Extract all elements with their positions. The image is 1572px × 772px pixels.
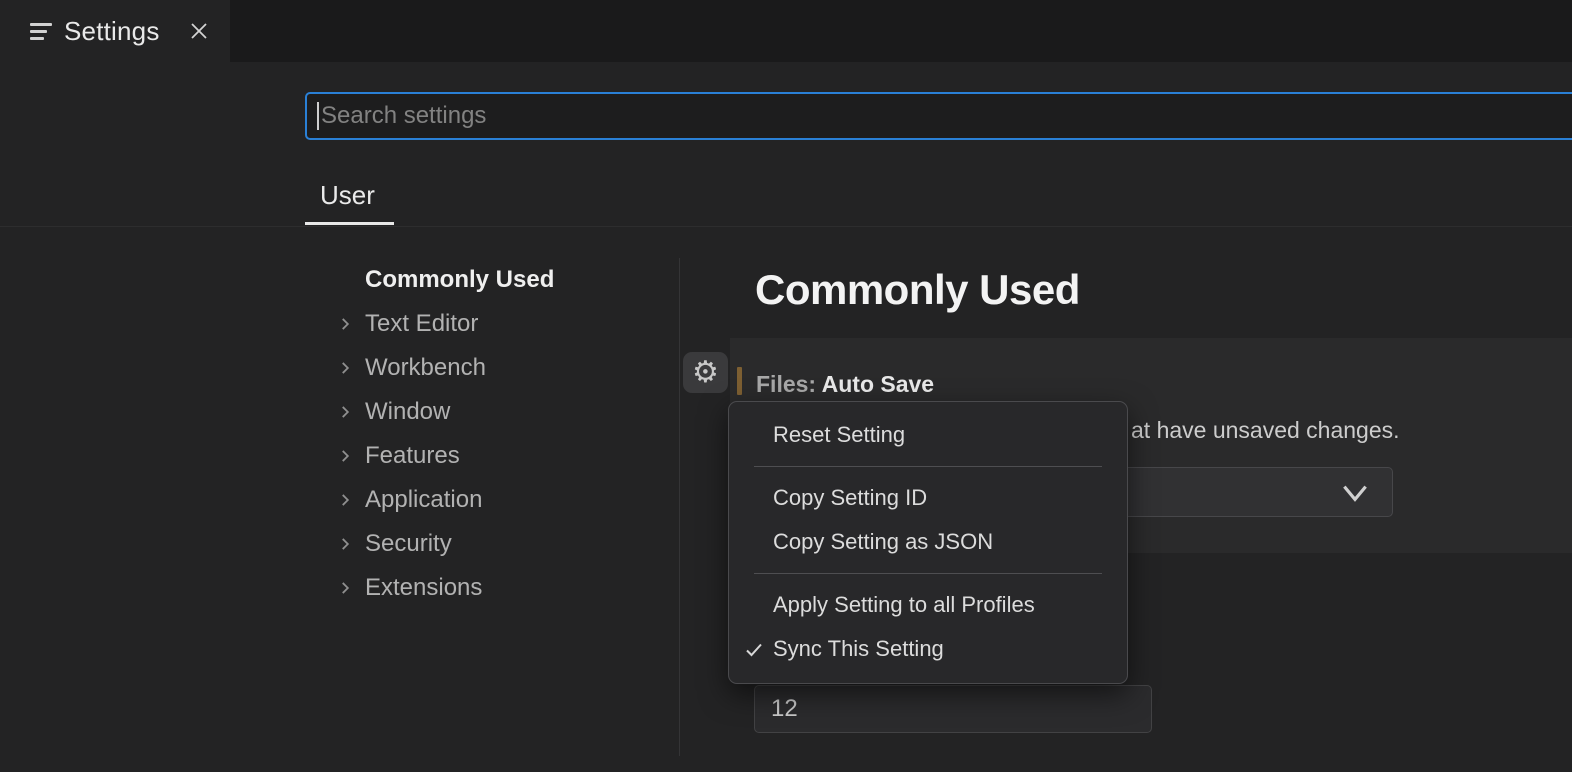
settings-list-icon bbox=[30, 23, 52, 40]
toc-item-window[interactable]: Window bbox=[336, 396, 450, 428]
chevron-right-icon bbox=[336, 579, 354, 597]
toc-item-application[interactable]: Application bbox=[336, 484, 482, 516]
settings-editor: Settings User Commonly Used Text Editor … bbox=[0, 0, 1572, 772]
setting-category: Files: bbox=[756, 371, 816, 397]
chevron-right-icon bbox=[336, 447, 354, 465]
tab-bar: Settings bbox=[0, 0, 1572, 62]
toc-item-security[interactable]: Security bbox=[336, 528, 452, 560]
chevron-right-icon bbox=[336, 359, 354, 377]
setting-label: Files: Auto Save bbox=[756, 371, 934, 398]
chevron-right-icon bbox=[336, 535, 354, 553]
toc-item-label: Application bbox=[365, 486, 482, 514]
tabs-divider bbox=[0, 226, 1572, 227]
toc-item-label: Window bbox=[365, 398, 450, 426]
tab-user-scope[interactable]: User bbox=[320, 180, 375, 211]
menu-item-label: Sync This Setting bbox=[773, 636, 944, 662]
checkmark-icon bbox=[742, 638, 766, 668]
toc-item-commonly-used[interactable]: Commonly Used bbox=[365, 264, 554, 296]
chevron-right-icon bbox=[336, 491, 354, 509]
page-title: Commonly Used bbox=[755, 266, 1080, 314]
chevron-right-icon bbox=[336, 315, 354, 333]
toc-item-label: Text Editor bbox=[365, 310, 478, 338]
setting-context-menu: Reset Setting Copy Setting ID Copy Setti… bbox=[728, 401, 1128, 684]
toc-item-label: Commonly Used bbox=[365, 266, 554, 294]
menu-divider bbox=[754, 573, 1102, 574]
active-tab-underline bbox=[305, 222, 394, 225]
toc-content-divider bbox=[679, 258, 680, 756]
toc-item-label: Security bbox=[365, 530, 452, 558]
setting-gear-button[interactable]: ⚙ bbox=[683, 352, 728, 393]
modified-indicator bbox=[737, 367, 742, 395]
chevron-right-icon bbox=[336, 403, 354, 421]
menu-item-reset-setting[interactable]: Reset Setting bbox=[729, 413, 1127, 457]
menu-item-apply-setting-all-profiles[interactable]: Apply Setting to all Profiles bbox=[729, 583, 1127, 627]
toc-item-features[interactable]: Features bbox=[336, 440, 460, 472]
toc-item-label: Workbench bbox=[365, 354, 486, 382]
close-icon[interactable] bbox=[184, 16, 214, 46]
text-cursor bbox=[317, 102, 319, 130]
menu-divider bbox=[754, 466, 1102, 467]
menu-item-copy-setting-id[interactable]: Copy Setting ID bbox=[729, 476, 1127, 520]
menu-item-sync-this-setting[interactable]: Sync This Setting bbox=[729, 627, 1127, 671]
setting-name: Auto Save bbox=[822, 371, 934, 397]
tab-settings[interactable]: Settings bbox=[0, 0, 230, 62]
auto-save-delay-input[interactable] bbox=[754, 685, 1152, 733]
toc-item-workbench[interactable]: Workbench bbox=[336, 352, 486, 384]
menu-item-copy-setting-as-json[interactable]: Copy Setting as JSON bbox=[729, 520, 1127, 564]
chevron-down-icon bbox=[1338, 480, 1372, 511]
tab-title: Settings bbox=[64, 16, 184, 47]
toc-item-extensions[interactable]: Extensions bbox=[336, 572, 482, 604]
search-input[interactable] bbox=[305, 92, 1572, 140]
setting-description: at have unsaved changes. bbox=[1131, 417, 1400, 444]
toc-item-label: Extensions bbox=[365, 574, 482, 602]
toc-item-text-editor[interactable]: Text Editor bbox=[336, 308, 478, 340]
toc-item-label: Features bbox=[365, 442, 460, 470]
gear-icon: ⚙ bbox=[692, 358, 719, 388]
